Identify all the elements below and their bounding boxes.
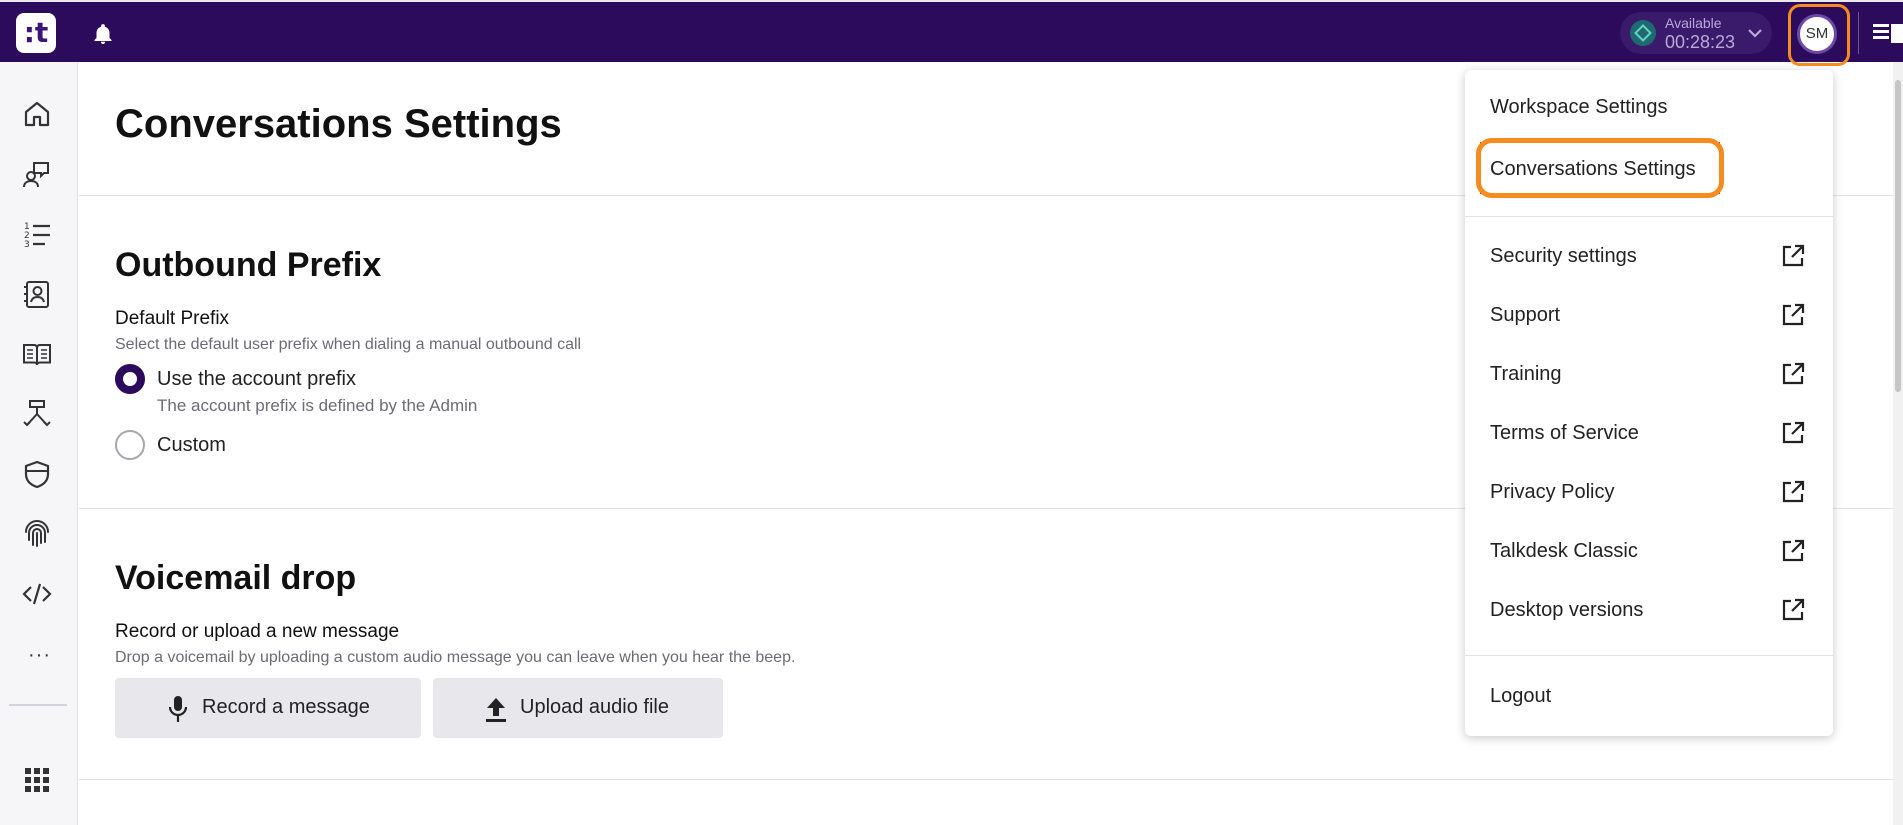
fingerprint-icon[interactable] — [21, 518, 53, 550]
routing-icon[interactable] — [21, 398, 53, 430]
scrollbar-thumb[interactable] — [1895, 80, 1901, 392]
status-timer: 00:28:23 — [1665, 32, 1736, 52]
field-help: Select the default user prefix when dial… — [115, 336, 582, 353]
menu-item-conversations-settings[interactable]: Conversations Settings — [1465, 144, 1833, 194]
upload-audio-button[interactable]: Upload audio file — [433, 678, 723, 738]
user-menu: Workspace Settings Conversations Setting… — [1465, 70, 1833, 736]
page-title: Conversations Settings — [115, 102, 562, 146]
button-label: Upload audio file — [520, 696, 669, 718]
radio-sublabel: The account prefix is defined by the Adm… — [157, 396, 478, 415]
menu-item-security-settings[interactable]: Security settings — [1465, 231, 1833, 281]
field-help: Drop a voicemail by uploading a custom a… — [115, 649, 796, 666]
menu-item-workspace-settings[interactable]: Workspace Settings — [1465, 82, 1833, 132]
conversations-icon[interactable] — [21, 158, 53, 190]
menu-item-label: Security settings — [1490, 245, 1637, 267]
status-label: Available — [1665, 15, 1722, 31]
record-message-button[interactable]: Record a message — [115, 678, 421, 738]
button-label: Record a message — [202, 696, 370, 718]
menu-item-desktop-versions[interactable]: Desktop versions — [1465, 585, 1833, 635]
upload-icon — [483, 694, 509, 730]
contacts-icon[interactable] — [21, 278, 53, 310]
menu-item-label: Conversations Settings — [1490, 158, 1696, 180]
external-link-icon — [1780, 361, 1806, 387]
external-link-icon — [1780, 302, 1806, 328]
menu-item-label: Talkdesk Classic — [1490, 540, 1638, 562]
user-avatar-button[interactable]: SM — [1797, 14, 1837, 54]
menu-item-training[interactable]: Training — [1465, 349, 1833, 399]
radio-label[interactable]: Custom — [157, 434, 226, 457]
chevron-down-icon — [1746, 24, 1764, 47]
list-icon[interactable]: 123 — [21, 218, 53, 250]
grid-icon[interactable] — [21, 764, 53, 796]
menu-item-label: Desktop versions — [1490, 599, 1644, 621]
external-link-icon — [1780, 597, 1806, 623]
menu-item-privacy-policy[interactable]: Privacy Policy — [1465, 467, 1833, 517]
agent-status-dropdown[interactable]: Available 00:28:23 — [1620, 12, 1772, 54]
sidebar: 123 ··· — [0, 62, 78, 825]
external-link-icon — [1780, 479, 1806, 505]
shield-icon[interactable] — [21, 458, 53, 490]
menu-item-logout[interactable]: Logout — [1465, 671, 1833, 721]
menu-item-talkdesk-classic[interactable]: Talkdesk Classic — [1465, 526, 1833, 576]
external-link-icon — [1780, 243, 1806, 269]
radio-label[interactable]: Use the account prefix — [157, 368, 356, 391]
talkdesk-logo[interactable]: :t — [16, 13, 56, 53]
status-diamond-icon — [1630, 20, 1656, 46]
menu-item-terms-of-service[interactable]: Terms of Service — [1465, 408, 1833, 458]
home-icon[interactable] — [21, 98, 53, 130]
menu-item-label: Privacy Policy — [1490, 481, 1615, 503]
code-icon[interactable] — [21, 578, 53, 610]
menu-item-label: Workspace Settings — [1490, 96, 1668, 118]
microphone-icon — [165, 694, 191, 730]
field-label: Record or upload a new message — [115, 621, 400, 642]
menu-item-label: Support — [1490, 304, 1561, 326]
menu-item-label: Training — [1490, 363, 1562, 385]
field-label: Default Prefix — [115, 308, 230, 329]
side-panel-toggle-icon[interactable] — [1858, 12, 1903, 54]
menu-item-label: Terms of Service — [1490, 422, 1639, 444]
sidebar-divider — [9, 704, 67, 706]
menu-item-support[interactable]: Support — [1465, 290, 1833, 340]
bell-icon[interactable] — [91, 22, 115, 46]
external-link-icon — [1780, 538, 1806, 564]
radio-custom[interactable] — [115, 430, 145, 460]
knowledge-book-icon[interactable] — [21, 338, 53, 370]
menu-divider — [1465, 655, 1833, 656]
menu-item-label: Logout — [1490, 685, 1552, 707]
menu-divider — [1465, 216, 1833, 217]
external-link-icon — [1780, 420, 1806, 446]
section-title: Outbound Prefix — [115, 246, 382, 284]
radio-account-prefix[interactable] — [115, 364, 145, 394]
more-apps-button[interactable]: ··· — [28, 644, 51, 667]
top-bar: :t Available 00:28:23 SM — [0, 0, 1903, 66]
section-title: Voicemail drop — [115, 559, 357, 597]
svg-text:3: 3 — [24, 240, 30, 250]
